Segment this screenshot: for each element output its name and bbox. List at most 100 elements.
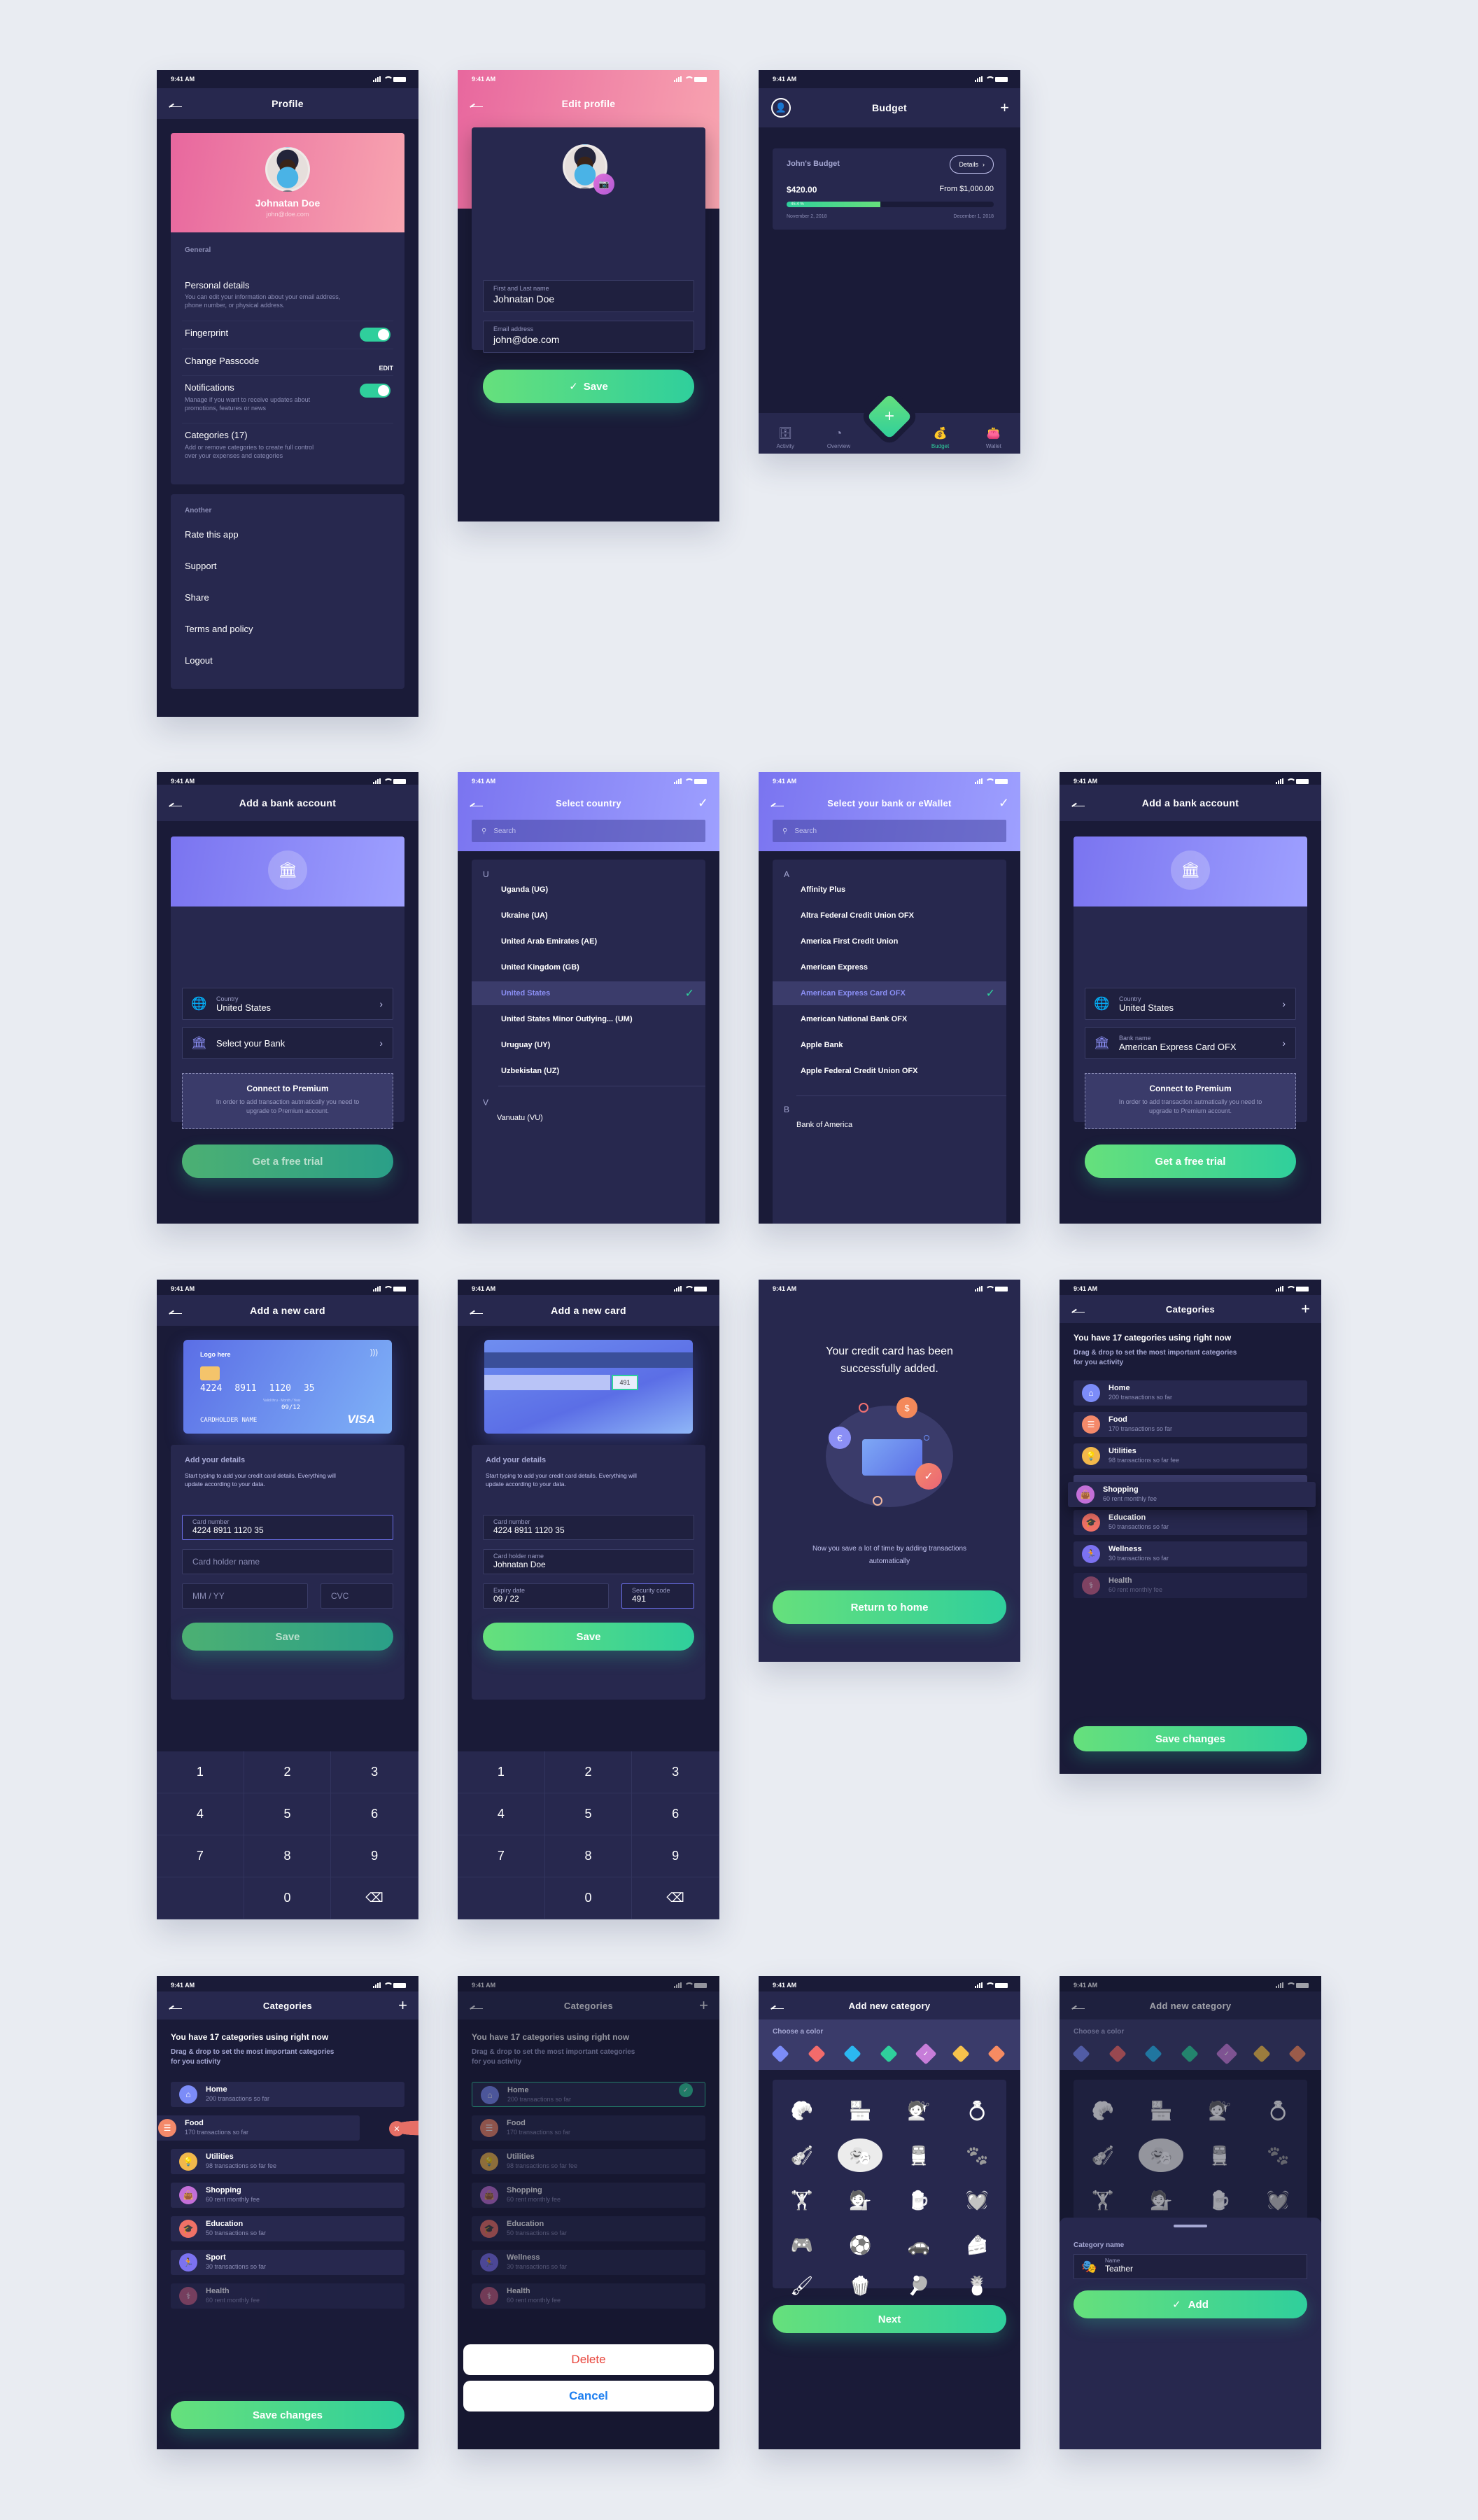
bank-item[interactable]: Apple Bank	[773, 1033, 1006, 1057]
category-item[interactable]: 💡 Utilities 98 transactions so far fee	[171, 2149, 404, 2174]
key-3[interactable]: 3	[632, 1751, 719, 1793]
sheet-handle[interactable]	[1174, 2225, 1207, 2227]
key-0[interactable]: 0	[544, 1877, 633, 1919]
dumbbell-icon[interactable]: 🏋	[773, 2178, 831, 2222]
bank-item[interactable]: American National Bank OFX	[773, 1007, 1006, 1031]
key-4[interactable]: 4	[157, 1793, 244, 1835]
user-profile-icon[interactable]: 👤	[771, 98, 791, 118]
personal-details-item[interactable]: Personal details	[185, 280, 250, 290]
search-input[interactable]: ⚲ Search	[472, 820, 705, 842]
category-item[interactable]: 🎓 Education 50 transactions so far	[1074, 1510, 1307, 1535]
shop-icon[interactable]: 🏪	[831, 2088, 890, 2133]
back-arrow-icon[interactable]	[169, 799, 182, 806]
cancel-button[interactable]: Cancel	[463, 2381, 714, 2412]
email-field[interactable]: Email address john@doe.com	[483, 321, 694, 353]
edit-passcode-button[interactable]: EDIT	[379, 365, 393, 372]
expiry-field[interactable]: Expiry date 09 / 22	[483, 1583, 609, 1609]
bank-item[interactable]: Affinity Plus	[773, 878, 1006, 902]
add-button[interactable]: ✓ Add	[1074, 2290, 1307, 2318]
category-item[interactable]: 👜 Shopping 60 rent monthly fee	[171, 2183, 404, 2208]
share-item[interactable]: Share	[185, 592, 209, 603]
free-trial-button[interactable]: Get a free trial	[1085, 1144, 1296, 1178]
add-icon[interactable]: +	[1301, 1301, 1310, 1317]
category-item[interactable]: ⌂ Home 200 transactions so far	[1074, 1380, 1307, 1406]
save-button[interactable]: Save	[182, 1623, 393, 1651]
key-4[interactable]: 4	[458, 1793, 545, 1835]
budget-card[interactable]: John's Budget Details › $420.00 From $1,0…	[773, 148, 1006, 230]
soccer-ball-icon[interactable]: ⚽	[831, 2222, 890, 2267]
color-swatch[interactable]: ✓	[915, 2043, 937, 2065]
key-6[interactable]: 6	[331, 1793, 418, 1835]
terms-item[interactable]: Terms and policy	[185, 624, 253, 634]
category-item[interactable]: 🏃 Wellness 30 transactions so far	[1074, 1541, 1307, 1567]
ring-icon[interactable]: 💍	[948, 2088, 1007, 2133]
key-7[interactable]: 7	[157, 1835, 244, 1877]
search-input[interactable]: ⚲ Search	[773, 820, 1006, 842]
tab-overview[interactable]: ◔ Overview	[812, 413, 865, 454]
color-swatch[interactable]	[807, 2045, 826, 2063]
bank-select[interactable]: 🏛 Select your Bank ›	[182, 1027, 393, 1059]
next-button[interactable]: Next	[773, 2305, 1006, 2333]
key-8[interactable]: 8	[544, 1835, 633, 1877]
key-1[interactable]: 1	[458, 1751, 545, 1793]
expiry-field[interactable]: MM / YY	[182, 1583, 308, 1609]
key-1[interactable]: 1	[157, 1751, 244, 1793]
cardholder-field[interactable]: Card holder name Johnatan Doe	[483, 1549, 694, 1574]
key-3[interactable]: 3	[331, 1751, 418, 1793]
save-button[interactable]: ✓ Save	[483, 370, 694, 403]
beer-icon[interactable]: 🍺	[889, 2178, 948, 2222]
back-arrow-icon[interactable]	[169, 100, 182, 107]
details-button[interactable]: Details ›	[950, 155, 994, 174]
back-arrow-icon[interactable]	[771, 2002, 784, 2009]
bank-item[interactable]: Apple Federal Credit Union OFX	[773, 1059, 1006, 1083]
color-swatch[interactable]	[843, 2045, 861, 2063]
country-item[interactable]: United Kingdom (GB)	[472, 955, 705, 979]
confirm-check-icon[interactable]: ✓	[999, 797, 1009, 809]
color-swatch[interactable]	[987, 2045, 1006, 2063]
hair-salon-icon[interactable]: 💇	[889, 2088, 948, 2133]
card-number-field[interactable]: Card number 4224 8911 1120 35	[182, 1515, 393, 1540]
croissant-icon[interactable]: 🥐	[773, 2088, 831, 2133]
bank-item-selected[interactable]: American Express Card OFX ✓	[773, 981, 1006, 1005]
save-button[interactable]: Save	[483, 1623, 694, 1651]
backspace-key[interactable]: ⌫	[331, 1877, 418, 1919]
free-trial-button[interactable]: Get a free trial	[182, 1144, 393, 1178]
backspace-key[interactable]: ⌫	[632, 1877, 719, 1919]
key-9[interactable]: 9	[331, 1835, 418, 1877]
category-item[interactable]: ☰ Food 170 transactions so far	[157, 2115, 360, 2141]
back-arrow-icon[interactable]	[169, 1307, 182, 1314]
category-item[interactable]: ⚕ Health 60 rent monthly fee	[171, 2283, 404, 2309]
bank-item[interactable]: American Express	[773, 955, 1006, 979]
color-swatch[interactable]	[771, 2045, 789, 2063]
country-select[interactable]: 🌐 Country United States ›	[182, 988, 393, 1020]
support-item[interactable]: Support	[185, 561, 217, 571]
logout-item[interactable]: Logout	[185, 655, 213, 666]
key-7[interactable]: 7	[458, 1835, 545, 1877]
card-number-field[interactable]: Card number 4224 8911 1120 35	[483, 1515, 694, 1540]
back-arrow-icon[interactable]	[1072, 799, 1085, 806]
popcorn-icon[interactable]: 🍿	[831, 2267, 890, 2304]
country-item[interactable]: Uruguay (UY)	[472, 1033, 705, 1057]
country-select[interactable]: 🌐 Country United States ›	[1085, 988, 1296, 1020]
categories-item[interactable]: Categories (17)	[185, 430, 248, 440]
tab-budget[interactable]: 💰 Budget	[913, 413, 966, 454]
country-item[interactable]: United Arab Emirates (AE)	[472, 930, 705, 953]
cvc-field[interactable]: Security code 491	[621, 1583, 694, 1609]
country-item[interactable]: United States Minor Outlying... (UM)	[472, 1007, 705, 1031]
delete-x-icon[interactable]: ✕	[389, 2121, 404, 2136]
paint-roller-icon[interactable]: 🖌	[773, 2267, 831, 2304]
country-item[interactable]: Ukraine (UA)	[472, 904, 705, 927]
tab-activity[interactable]: 🗄 Activity	[759, 413, 812, 454]
paw-icon[interactable]: 🐾	[948, 2133, 1007, 2178]
country-item[interactable]: Vanuatu (VU)	[472, 1106, 705, 1130]
theater-masks-icon[interactable]: 🎭	[831, 2133, 890, 2178]
key-5[interactable]: 5	[244, 1793, 332, 1835]
violin-icon[interactable]: 🎻	[773, 2133, 831, 2178]
back-arrow-icon[interactable]	[169, 2002, 182, 2009]
save-changes-button[interactable]: Save changes	[1074, 1726, 1307, 1751]
category-item[interactable]: ⌂ Home 200 transactions so far	[171, 2082, 404, 2107]
country-item[interactable]: Uganda (UG)	[472, 878, 705, 902]
key-8[interactable]: 8	[244, 1835, 332, 1877]
pineapple-icon[interactable]: 🍍	[948, 2267, 1007, 2304]
train-icon[interactable]: 🚆	[889, 2133, 948, 2178]
